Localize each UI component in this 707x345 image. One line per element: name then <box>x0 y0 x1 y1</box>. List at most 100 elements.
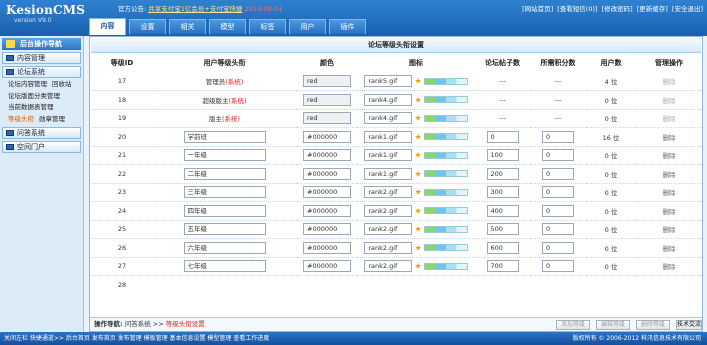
score-cell: 0 <box>530 164 586 184</box>
icon-input[interactable]: rank4.gif <box>364 112 413 125</box>
add-level-button[interactable]: 添加等级 <box>556 320 590 330</box>
icon-input[interactable]: rank1.gif <box>364 149 413 162</box>
score-input[interactable]: 0 <box>542 260 574 273</box>
opbar-path[interactable]: 问答系统 <box>125 320 151 328</box>
tab-users[interactable]: 用户 <box>289 19 326 34</box>
icon-input[interactable]: rank2.gif <box>364 186 413 199</box>
rank-title-input[interactable]: 四年级 <box>183 204 266 217</box>
sidebar-section-space[interactable]: 空间门户 <box>2 141 81 153</box>
color-input[interactable]: #000000 <box>303 223 351 236</box>
delete-link[interactable]: 删除 <box>663 134 676 142</box>
tab-model[interactable]: 模型 <box>209 19 246 34</box>
sidebar-section-forum[interactable]: 论坛系统 <box>2 66 81 78</box>
icon-input[interactable]: rank2.gif <box>364 223 413 236</box>
link-board-category[interactable]: 论坛版面分类管理 <box>8 92 60 100</box>
color-input[interactable]: red <box>303 112 351 125</box>
delete-link[interactable]: 删除 <box>663 208 676 216</box>
color-input[interactable]: red <box>303 93 351 106</box>
color-input[interactable]: #000000 <box>303 241 351 254</box>
color-input[interactable]: red <box>303 75 351 87</box>
color-input[interactable]: #000000 <box>303 186 351 199</box>
tab-related[interactable]: 相关 <box>169 19 206 34</box>
posts-input[interactable]: 0 <box>486 130 519 143</box>
posts-cell: --- <box>475 72 530 91</box>
link-logout[interactable]: [安全退出] <box>672 5 703 13</box>
color-input[interactable]: #000000 <box>303 167 351 180</box>
delete-link[interactable]: 删除 <box>663 115 676 123</box>
tab-content[interactable]: 内容 <box>89 18 126 35</box>
score-cell: 0 <box>530 201 586 221</box>
posts-input[interactable]: 200 <box>486 167 519 180</box>
tab-plugins[interactable]: 插件 <box>329 19 366 34</box>
link-forum-content[interactable]: 论坛内容管理 <box>8 80 47 88</box>
score-input[interactable]: 0 <box>542 130 574 143</box>
delete-level-button[interactable]: 删除等级 <box>636 320 670 330</box>
color-input[interactable]: #000000 <box>303 149 351 162</box>
color-input[interactable]: #000000 <box>303 130 351 143</box>
delete-link[interactable]: 删除 <box>663 78 676 86</box>
color-input[interactable]: #000000 <box>303 260 351 273</box>
link-site-home[interactable]: [网站首页] <box>522 5 553 13</box>
sidebar-item-data-table: 当前数据表管理 <box>0 102 83 114</box>
icon-input[interactable]: rank5.gif <box>364 75 413 87</box>
delete-link[interactable]: 删除 <box>663 171 676 179</box>
delete-link[interactable]: 删除 <box>663 152 676 160</box>
status-shortcuts[interactable]: 关闭左栏 快捷通道>> 后台首页 发布首页 发布管理 模板管理 基本信息设置 模… <box>4 335 269 342</box>
tab-settings[interactable]: 设置 <box>129 19 166 34</box>
link-recycle-bin[interactable]: 回收站 <box>52 80 72 88</box>
rank-title-input[interactable]: 六年级 <box>183 241 266 254</box>
rank-id: 20 <box>92 127 152 147</box>
color-cell: #000000 <box>297 127 357 147</box>
posts-input[interactable]: 600 <box>486 241 519 254</box>
rank-title-input[interactable]: 七年级 <box>183 260 266 273</box>
posts-input[interactable]: 400 <box>486 204 519 217</box>
score-input[interactable]: 0 <box>542 241 574 254</box>
delete-link[interactable]: 删除 <box>663 263 676 271</box>
rank-title-input[interactable]: 三年级 <box>183 186 266 199</box>
score-input[interactable]: 0 <box>542 204 574 217</box>
icon-cell: rank1.gif ★ <box>357 146 475 165</box>
score-input[interactable]: 0 <box>542 223 574 236</box>
rank-title-input[interactable]: 一年级 <box>183 149 266 162</box>
color-cell: #000000 <box>297 164 357 184</box>
notice-link[interactable]: 共享支付宝1亿会员+支付宝快捷 <box>148 5 242 13</box>
delete-link[interactable]: 删除 <box>663 226 676 234</box>
star-icon: ★ <box>414 261 422 271</box>
posts-input[interactable]: 100 <box>486 149 519 162</box>
score-input[interactable]: 0 <box>542 167 574 180</box>
posts-value: --- <box>498 114 507 123</box>
delete-link[interactable]: 删除 <box>663 189 676 197</box>
link-messages[interactable]: [查看短信(0)] <box>557 5 597 13</box>
delete-link[interactable]: 删除 <box>663 245 676 253</box>
link-update-cache[interactable]: [更新缓存] <box>637 5 668 13</box>
score-input[interactable]: 0 <box>542 149 574 162</box>
rank-title-input[interactable]: 五年级 <box>183 223 266 236</box>
rank-title-input[interactable]: 学前班 <box>183 130 266 143</box>
edit-level-button[interactable]: 编辑等级 <box>596 320 630 330</box>
icon-input[interactable]: rank1.gif <box>364 167 413 180</box>
score-input[interactable]: 0 <box>542 186 574 199</box>
delete-link[interactable]: 删除 <box>663 97 676 105</box>
posts-input[interactable]: 500 <box>486 223 519 236</box>
posts-cell: --- <box>475 109 530 128</box>
rank-title-cell: 管理员(系统) <box>152 72 297 91</box>
posts-input[interactable]: 700 <box>486 260 519 273</box>
icon-input[interactable]: rank2.gif <box>364 204 413 217</box>
color-input[interactable]: #000000 <box>303 204 351 217</box>
posts-input[interactable]: 300 <box>486 186 519 199</box>
icon-input[interactable]: rank2.gif <box>364 241 413 254</box>
sidebar-section-content[interactable]: 内容管理 <box>2 52 81 64</box>
link-data-table[interactable]: 当前数据表管理 <box>8 103 54 111</box>
icon-input[interactable]: rank4.gif <box>364 93 413 106</box>
tab-tags[interactable]: 标签 <box>249 19 286 34</box>
icon-input[interactable]: rank2.gif <box>364 260 413 273</box>
rank-title: 超级版主 <box>202 96 229 105</box>
link-level-titles[interactable]: 等级头衔 <box>8 115 34 123</box>
rank-title-input[interactable]: 二年级 <box>183 167 266 180</box>
link-medals[interactable]: 勋章管理 <box>39 115 65 123</box>
sidebar-section-qa[interactable]: 问答系统 <box>2 127 81 139</box>
link-change-password[interactable]: [修改密码] <box>602 5 633 13</box>
icon-input[interactable]: rank1.gif <box>364 130 413 143</box>
tech-exchange-button[interactable]: 技术交流 <box>676 320 702 330</box>
table-row: 25 五年级 #000000 rank2.gif ★ 500 0 0 位 删除 <box>92 220 702 239</box>
